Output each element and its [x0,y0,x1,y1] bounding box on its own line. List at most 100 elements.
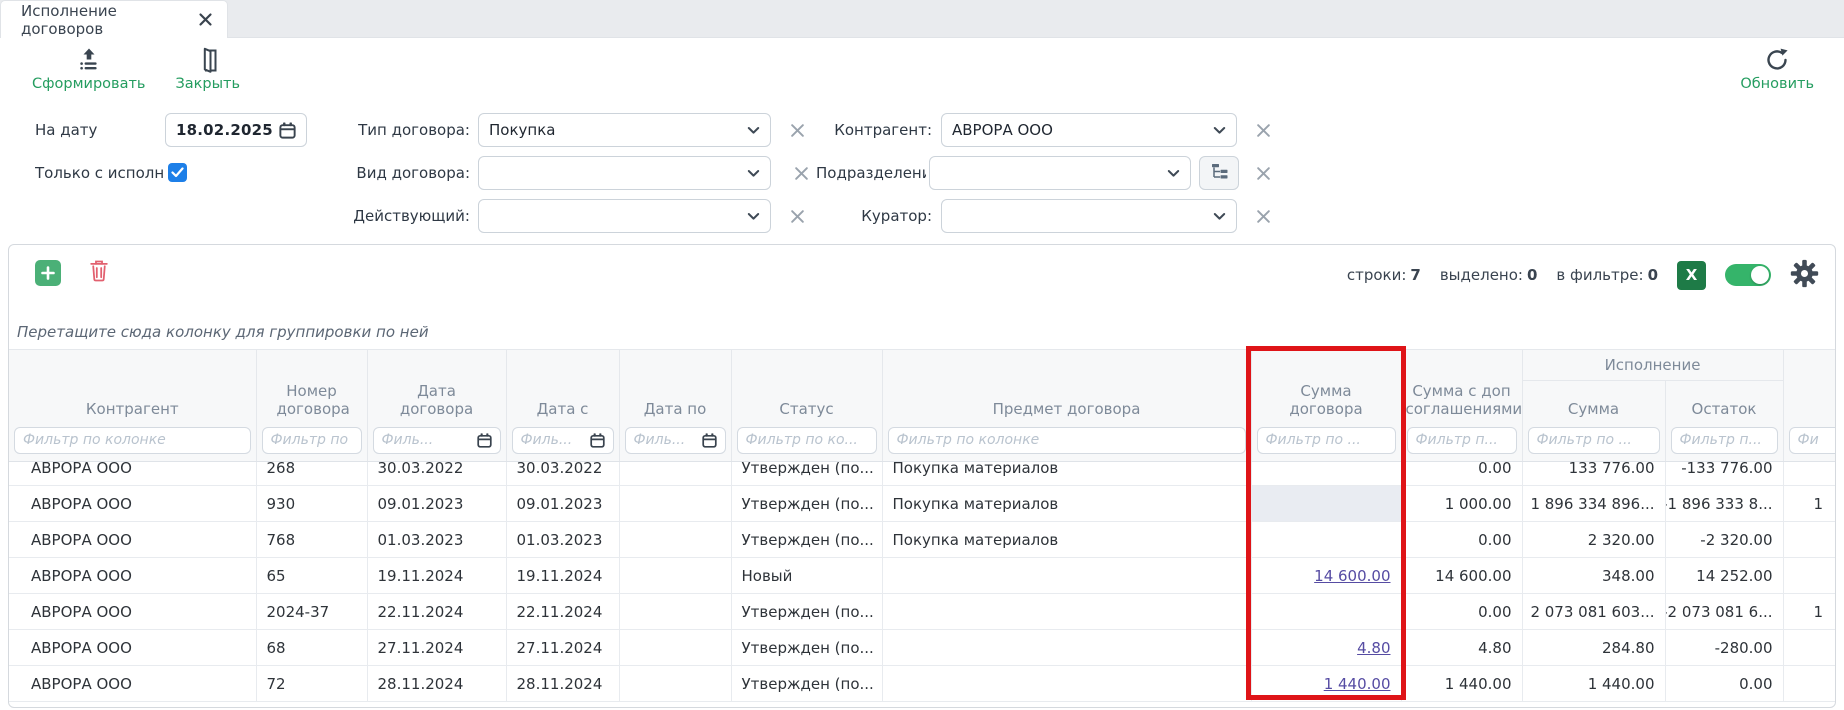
cell-subject[interactable] [882,594,1251,630]
clear-contract-kind-icon[interactable] [790,156,812,190]
calendar-icon[interactable] [590,433,605,448]
filter-input-contract-amount[interactable]: Фильтр по ... [1257,427,1396,454]
filter-input-status[interactable]: Фильтр по ко... [737,427,877,454]
cell-number[interactable]: 768 [256,522,367,558]
cell-amount-with-addendums[interactable]: 0.00 [1401,522,1522,558]
cell-contract-amount[interactable]: 1 440.00 [1251,666,1401,702]
table-row[interactable]: АВРОРА ООО 268 30.03.2022 30.03.2022 Утв… [9,462,1835,486]
cell-execution-remainder[interactable]: -2 073 081 6... [1665,594,1783,630]
column-header-counterparty[interactable]: Контрагент [9,350,256,426]
column-header-subject[interactable]: Предмет договора [882,350,1251,426]
cell-cutoff[interactable] [1783,630,1835,666]
generate-button[interactable]: Сформировать [32,45,145,92]
settings-button[interactable] [1790,259,1819,292]
cell-date-from[interactable]: 30.03.2022 [506,462,619,486]
column-header-execution-amount[interactable]: Сумма [1522,381,1665,426]
cell-date-from[interactable]: 28.11.2024 [506,666,619,702]
clear-active-icon[interactable] [786,199,808,233]
cell-contract-date[interactable]: 09.01.2023 [367,486,506,522]
cell-date-from[interactable]: 01.03.2023 [506,522,619,558]
cell-subject[interactable]: Покупка материалов [882,486,1251,522]
delete-row-button[interactable] [89,259,109,286]
refresh-button[interactable]: Обновить [1740,45,1814,92]
amount-link[interactable]: 1 440.00 [1324,675,1391,693]
cell-amount-with-addendums[interactable]: 1 440.00 [1401,666,1522,702]
cell-contract-date[interactable]: 27.11.2024 [367,630,506,666]
cell-execution-amount[interactable]: 1 440.00 [1522,666,1665,702]
cell-amount-with-addendums[interactable]: 0.00 [1401,594,1522,630]
amount-link[interactable]: 14 600.00 [1314,567,1390,585]
cell-execution-amount[interactable]: 133 776.00 [1522,462,1665,486]
add-row-button[interactable] [35,260,61,286]
on-date-input[interactable]: 18.02.2025 [165,113,307,147]
cell-execution-remainder[interactable]: -133 776.00 [1665,462,1783,486]
column-header-amount-with-addendums[interactable]: Сумма с доп соглашениями [1401,350,1522,426]
cell-cutoff[interactable] [1783,666,1835,702]
filter-input-execution-amount[interactable]: Фильтр по ... [1528,427,1660,454]
cell-date-from[interactable]: 27.11.2024 [506,630,619,666]
cell-execution-remainder[interactable]: -280.00 [1665,630,1783,666]
cell-counterparty[interactable]: АВРОРА ООО [9,522,256,558]
cell-contract-date[interactable]: 01.03.2023 [367,522,506,558]
cell-status[interactable]: Утвержден (по... [731,522,882,558]
department-tree-button[interactable] [1199,156,1239,190]
cell-subject[interactable] [882,666,1251,702]
cell-subject[interactable] [882,558,1251,594]
cell-contract-amount[interactable] [1251,522,1401,558]
cell-cutoff[interactable]: 1 [1783,594,1835,630]
contract-type-select[interactable]: Покупка [478,113,771,147]
cell-execution-amount[interactable]: 284.80 [1522,630,1665,666]
close-tab-icon[interactable] [198,12,213,27]
cell-execution-remainder[interactable]: 14 252.00 [1665,558,1783,594]
cell-status[interactable]: Утвержден (по... [731,630,882,666]
cell-contract-date[interactable]: 22.11.2024 [367,594,506,630]
cell-date-to[interactable] [619,594,731,630]
cell-date-to[interactable] [619,522,731,558]
filter-toggle[interactable] [1725,264,1771,286]
cell-amount-with-addendums[interactable]: 14 600.00 [1401,558,1522,594]
clear-contract-type-icon[interactable] [786,113,808,147]
cell-execution-amount[interactable]: 2 320.00 [1522,522,1665,558]
cell-execution-amount[interactable]: 2 073 081 603... [1522,594,1665,630]
clear-counterparty-icon[interactable] [1252,113,1274,147]
cell-contract-date[interactable]: 30.03.2022 [367,462,506,486]
column-header-date-from[interactable]: Дата с [506,350,619,426]
filter-input-contract-date[interactable]: Филь... [373,427,501,454]
column-header-contract-amount[interactable]: Сумма договора [1251,350,1401,426]
department-select[interactable] [929,156,1191,190]
counterparty-select[interactable]: АВРОРА ООО [941,113,1237,147]
cell-contract-date[interactable]: 28.11.2024 [367,666,506,702]
filter-input-counterparty[interactable]: Фильтр по колонке [14,427,251,454]
active-select[interactable] [478,199,771,233]
cell-execution-amount[interactable]: 1 896 334 896... [1522,486,1665,522]
filter-input-date-to[interactable]: Филь... [625,427,726,454]
cell-number[interactable]: 2024-37 [256,594,367,630]
cell-date-to[interactable] [619,486,731,522]
cell-counterparty[interactable]: АВРОРА ООО [9,462,256,486]
cell-number[interactable]: 65 [256,558,367,594]
cell-status[interactable]: Новый [731,558,882,594]
cell-date-from[interactable]: 19.11.2024 [506,558,619,594]
cell-status[interactable]: Утвержден (по... [731,594,882,630]
cell-date-to[interactable] [619,462,731,486]
cell-counterparty[interactable]: АВРОРА ООО [9,666,256,702]
filter-input-date-from[interactable]: Филь... [512,427,614,454]
cell-cutoff[interactable]: 1 [1783,486,1835,522]
cell-cutoff[interactable] [1783,522,1835,558]
only-with-execution-checkbox[interactable] [168,163,187,182]
cell-cutoff[interactable] [1783,462,1835,486]
cell-execution-remainder[interactable]: -1 896 333 8... [1665,486,1783,522]
cell-execution-remainder[interactable]: 0.00 [1665,666,1783,702]
cell-status[interactable]: Утвержден (по... [731,462,882,486]
curator-select[interactable] [941,199,1237,233]
cell-amount-with-addendums[interactable]: 1 000.00 [1401,486,1522,522]
cell-contract-date[interactable]: 19.11.2024 [367,558,506,594]
filter-input-contract-number[interactable]: Фильтр по ... [262,427,362,454]
cell-cutoff[interactable] [1783,558,1835,594]
table-row[interactable]: АВРОРА ООО 72 28.11.2024 28.11.2024 Утве… [9,666,1835,702]
calendar-icon[interactable] [477,433,492,448]
tab-contract-execution[interactable]: Исполнение договоров [0,0,228,38]
contract-kind-select[interactable] [478,156,771,190]
cell-status[interactable]: Утвержден (по... [731,666,882,702]
column-header-contract-date[interactable]: Дата договора [367,350,506,426]
